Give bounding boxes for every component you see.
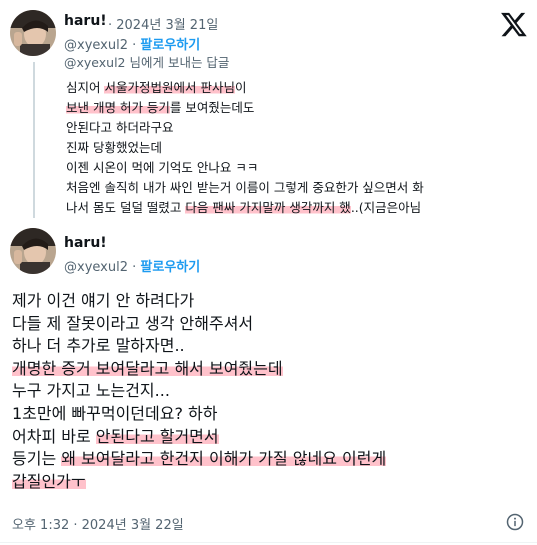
text-segment: 심지어 xyxy=(66,80,105,95)
text-line: 보낸 개명 허가 등기를 보여줬는데도 xyxy=(66,98,424,118)
text-segment: 누구 가지고 노는건지... xyxy=(12,381,170,401)
highlighted-text: 왜 보여달라고 한건지 이해가 가질 않네요 이런게 xyxy=(61,449,387,469)
text-line: 누구 가지고 노는건지... xyxy=(12,380,386,403)
text-segment: 처음엔 솔직히 내가 싸인 받는거 이름이 그렇게 중요한가 싶으면서 화 xyxy=(66,180,424,195)
x-logo-icon[interactable] xyxy=(500,10,528,38)
highlighted-text: 갑질인가ㅜ xyxy=(12,471,86,491)
text-line: 이젠 시온이 먹에 기억도 안나요 ㅋㅋ xyxy=(66,158,424,178)
text-segment: 이 xyxy=(234,80,247,95)
text-segment: 진짜 당황했었는데 xyxy=(66,140,162,155)
text-segment: 안된다고 하더라구요 xyxy=(66,120,174,135)
highlighted-text: 개명한 증거 보여달라고 해서 보여줬는데 xyxy=(12,358,283,378)
text-line: 등기는 왜 보여달라고 한건지 이해가 가질 않네요 이런게 xyxy=(12,448,387,471)
text-segment: 를 보여줬는데도 xyxy=(169,100,255,115)
text-segment: 하나 더 추가로 말하자면.. xyxy=(12,336,185,356)
text-line: 갑질인가ㅜ xyxy=(12,471,386,494)
text-line: 나서 몸도 덜덜 떨렸고 다음 팬싸 가지말까 생각까지 했..(지금은아님 xyxy=(66,198,424,218)
tweet-date[interactable]: · 2024년 3월 21일 xyxy=(108,14,218,33)
highlighted-text: 보낸 개명 허가 등기 xyxy=(66,100,170,115)
text-line: 어차피 바로 안된다고 할거면서 xyxy=(12,426,386,449)
text-line: 제가 이건 얘기 안 하려다가 xyxy=(12,290,386,313)
divider xyxy=(0,542,537,543)
info-icon[interactable] xyxy=(506,513,524,531)
author-name[interactable]: haru! xyxy=(64,235,107,251)
text-line: 처음엔 솔직히 내가 싸인 받는거 이름이 그렇게 중요한가 싶으면서 화 xyxy=(66,178,424,198)
author-handle[interactable]: @xyexul2 xyxy=(64,38,128,53)
text-segment: 나서 몸도 덜덜 떨렸고 xyxy=(66,200,186,215)
text-segment: 이젠 시온이 먹에 기억도 안나요 ㅋㅋ xyxy=(66,160,259,175)
text-line: 안된다고 하더라구요 xyxy=(66,118,424,138)
text-segment: 어차피 바로 xyxy=(12,426,96,446)
tweet-text: 제가 이건 얘기 안 하려다가다들 제 잘못이라고 생각 안해주셔서하나 더 추… xyxy=(12,290,387,494)
text-segment: 제가 이건 얘기 안 하려다가 xyxy=(12,291,195,310)
text-segment: ..(지금은아님 xyxy=(350,200,422,215)
follow-button[interactable]: 팔로우하기 xyxy=(140,38,200,53)
text-line: 진짜 당황했었는데 xyxy=(66,138,424,158)
highlighted-text: 안된다고 할거면서 xyxy=(95,426,219,446)
separator: · xyxy=(132,38,137,53)
text-segment: 1초만에 빠꾸먹이던데요? 하하 xyxy=(12,403,218,423)
author-handle[interactable]: @xyexul2 xyxy=(64,260,128,275)
text-line: 1초만에 빠꾸먹이던데요? 하하 xyxy=(12,403,386,426)
text-line: 다들 제 잘못이라고 생각 안해주셔서 xyxy=(12,313,386,336)
text-segment: 등기는 xyxy=(12,449,62,469)
follow-button[interactable]: 팔로우하기 xyxy=(140,260,200,275)
highlighted-text: 다음 팬싸 가지말까 생각까지 했 xyxy=(185,200,351,215)
text-segment: 다들 제 잘못이라고 생각 안해주셔서 xyxy=(12,313,254,333)
quoted-tweet-text: 심지어 서울가정법원에서 판사님이 보낸 개명 허가 등기를 보여줬는데도 안된다고… xyxy=(66,78,424,218)
highlighted-text: 서울가정법원에서 판사님 xyxy=(104,80,235,95)
separator: · xyxy=(132,260,137,275)
thread-line xyxy=(33,62,35,218)
avatar[interactable] xyxy=(10,10,56,56)
text-line: 심지어 서울가정법원에서 판사님이 xyxy=(66,78,424,98)
tweet-timestamp[interactable]: 오후 1:32 · 2024년 3월 22일 xyxy=(12,514,184,533)
reply-to-label: @xyexul2 님에게 보내는 답글 xyxy=(64,55,230,70)
text-line: 개명한 증거 보여달라고 해서 보여줬는데 xyxy=(12,358,386,381)
text-line: 하나 더 추가로 말하자면.. xyxy=(12,335,386,358)
author-name[interactable]: haru! xyxy=(64,13,107,29)
avatar[interactable] xyxy=(10,228,56,274)
